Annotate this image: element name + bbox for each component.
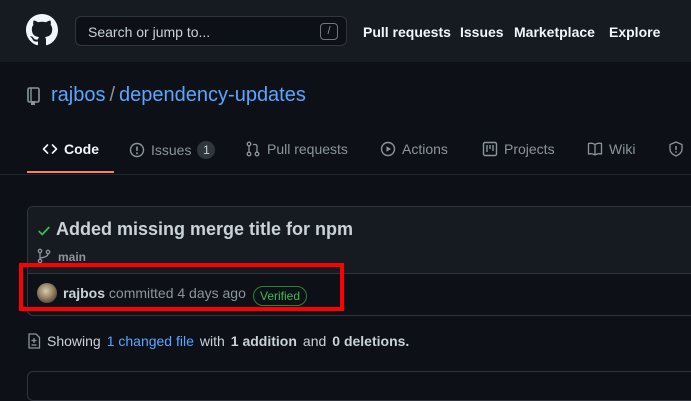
summary-with: with — [199, 333, 225, 349]
repo-title: rajbos / dependency-updates — [51, 84, 306, 107]
branch-name[interactable]: main — [58, 250, 86, 264]
tab-wiki-label: Wiki — [609, 141, 636, 157]
repo-name-link[interactable]: dependency-updates — [119, 84, 306, 106]
file-diff-box — [27, 371, 691, 401]
summary-and: and — [302, 333, 327, 349]
issue-opened-icon — [129, 142, 145, 158]
active-tab-underline — [27, 171, 114, 173]
pull-request-icon — [246, 141, 260, 157]
nav-issues[interactable]: Issues — [460, 24, 504, 40]
shield-icon — [669, 141, 683, 157]
tab-pull-requests-label: Pull requests — [267, 141, 348, 157]
file-diff-icon — [28, 333, 41, 349]
play-icon — [380, 141, 396, 157]
tab-security[interactable] — [668, 141, 684, 157]
tab-issues[interactable]: Issues 1 — [129, 141, 216, 159]
tab-code[interactable]: Code — [42, 141, 99, 157]
project-icon — [482, 141, 498, 157]
summary-prefix: Showing — [47, 333, 101, 349]
tab-actions[interactable]: Actions — [380, 141, 448, 157]
code-icon — [42, 144, 58, 154]
book-icon — [587, 142, 603, 156]
repo-tabs: Code Issues 1 Pull requests Actions Proj… — [0, 128, 691, 175]
diff-summary: Showing 1 changed file with 1 addition a… — [27, 333, 409, 349]
nav-explore[interactable]: Explore — [609, 24, 660, 40]
github-logo-icon[interactable] — [26, 14, 58, 46]
repo-separator: / — [109, 84, 116, 106]
issues-count-badge: 1 — [197, 141, 216, 159]
tab-projects[interactable]: Projects — [482, 141, 555, 157]
slash-shortcut-key: / — [320, 23, 338, 40]
tab-pull-requests[interactable]: Pull requests — [245, 141, 348, 157]
deletions-count: 0 deletions. — [332, 333, 410, 349]
additions-count: 1 addition — [230, 333, 297, 349]
search-placeholder: Search or jump to... — [88, 24, 211, 40]
repo-owner-link[interactable]: rajbos — [51, 84, 105, 106]
highlight-box — [19, 263, 344, 311]
search-input[interactable]: Search or jump to... / — [75, 16, 347, 46]
nav-marketplace[interactable]: Marketplace — [514, 24, 595, 40]
tab-code-label: Code — [64, 141, 99, 157]
tab-wiki[interactable]: Wiki — [587, 141, 635, 157]
tab-issues-label: Issues — [151, 142, 192, 158]
top-header: Search or jump to... / Pull requests Iss… — [0, 0, 691, 62]
repo-icon — [27, 87, 40, 105]
nav-pull-requests[interactable]: Pull requests — [363, 24, 451, 40]
commit-title: Added missing merge title for npm — [56, 219, 354, 239]
tab-actions-label: Actions — [402, 141, 448, 157]
tab-projects-label: Projects — [504, 141, 555, 157]
changed-files-link[interactable]: 1 changed file — [107, 333, 194, 349]
git-branch-icon — [37, 248, 51, 264]
check-icon[interactable] — [37, 224, 51, 238]
